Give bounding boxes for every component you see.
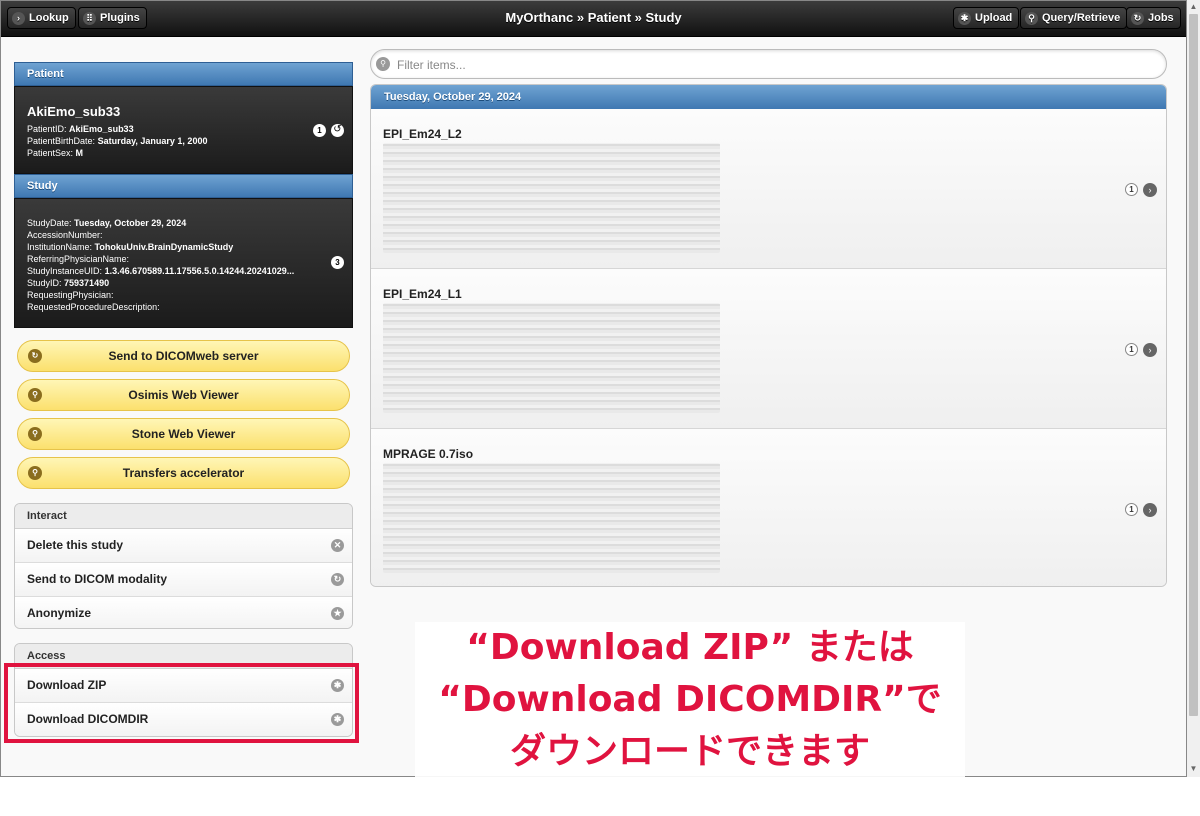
blurred-series-details [383, 303, 720, 413]
accession-number-row: AccessionNumber: [27, 230, 103, 240]
chevron-right-icon[interactable]: › [1143, 183, 1157, 197]
instance-count-badge: 1 [1125, 503, 1138, 516]
patient-birthdate-row: PatientBirthDate: Saturday, January 1, 2… [27, 136, 208, 146]
search-icon: ⚲ [28, 388, 42, 402]
scroll-down-arrow-icon[interactable]: ▼ [1187, 762, 1200, 775]
gear-icon: ✱ [958, 11, 971, 25]
search-icon: ⚲ [28, 427, 42, 441]
refresh-icon: ↻ [1131, 11, 1144, 25]
query-retrieve-label: Query/Retrieve [1042, 12, 1121, 24]
forward-icon: ↻ [331, 573, 344, 586]
list-item[interactable]: EPI_Em24_L1 1 › [371, 269, 1166, 429]
anonymize-label: Anonymize [27, 606, 92, 620]
transfers-accelerator-button[interactable]: ⚲ Transfers accelerator [17, 457, 350, 489]
send-to-dicomweb-button[interactable]: ↻ Send to DICOMweb server [17, 340, 350, 372]
star-icon: ★ [331, 607, 344, 620]
interact-group: Interact Delete this study ✕ Send to DIC… [14, 503, 353, 629]
chevron-right-icon[interactable]: › [1143, 503, 1157, 517]
series-list: Tuesday, October 29, 2024 EPI_Em24_L2 1 … [370, 84, 1167, 587]
instance-count-badge: 1 [1125, 183, 1138, 196]
filter-input[interactable] [395, 55, 1139, 75]
date-header: Tuesday, October 29, 2024 [371, 85, 1166, 109]
study-instance-uid-row: StudyInstanceUID: 1.3.46.670589.11.17556… [27, 266, 295, 276]
osimis-web-viewer-button[interactable]: ⚲ Osimis Web Viewer [17, 379, 350, 411]
requested-procedure-row: RequestedProcedureDescription: [27, 302, 160, 312]
transfers-accelerator-label: Transfers accelerator [122, 466, 245, 480]
filter-box: ⚲ [370, 49, 1167, 79]
study-series-count: 3 [331, 256, 344, 269]
top-navbar: › Lookup ⠿ Plugins MyOrthanc » Patient »… [1, 1, 1186, 37]
list-item[interactable]: EPI_Em24_L2 1 › [371, 109, 1166, 269]
patient-panel-header: Patient [14, 62, 353, 86]
search-icon: ⚲ [28, 466, 42, 480]
interact-header: Interact [15, 504, 352, 529]
study-panel[interactable]: StudyDate: Tuesday, October 29, 2024 Acc… [14, 198, 353, 328]
upload-button[interactable]: ✱ Upload [953, 7, 1020, 29]
search-icon: ⚲ [1025, 11, 1038, 25]
blurred-series-details [383, 143, 720, 253]
upload-label: Upload [975, 12, 1013, 24]
callout-line: “Download DICOMDIR”で [438, 679, 942, 720]
delete-study-label: Delete this study [27, 538, 124, 552]
refresh-icon: ↻ [28, 349, 42, 363]
callout-line: ダウンロードできます [509, 731, 870, 772]
patient-panel[interactable]: AkiEmo_sub33 PatientID: AkiEmo_sub33 Pat… [14, 86, 353, 174]
stone-web-viewer-label: Stone Web Viewer [131, 427, 236, 441]
send-to-modality-item[interactable]: Send to DICOM modality ↻ [15, 563, 352, 597]
referring-physician-row: ReferringPhysicianName: [27, 254, 130, 264]
patient-id-row: PatientID: AkiEmo_sub33 [27, 124, 134, 134]
send-to-dicomweb-label: Send to DICOMweb server [108, 349, 259, 363]
series-name: MPRAGE 0.7iso [383, 447, 474, 461]
undo-icon[interactable]: ↺ [331, 124, 344, 137]
query-retrieve-button[interactable]: ⚲ Query/Retrieve [1020, 7, 1128, 29]
anonymize-item[interactable]: Anonymize ★ [15, 597, 352, 628]
callout-line: “Download ZIP” または [466, 627, 914, 668]
list-item[interactable]: MPRAGE 0.7iso 1 › [371, 429, 1166, 586]
study-panel-header: Study [14, 174, 353, 198]
patient-sex-row: PatientSex: M [27, 148, 84, 158]
institution-name-row: InstitutionName: TohokuUniv.BrainDynamic… [27, 242, 234, 252]
send-to-modality-label: Send to DICOM modality [27, 572, 168, 586]
series-name: EPI_Em24_L1 [383, 287, 462, 301]
scroll-up-arrow-icon[interactable]: ▲ [1187, 0, 1200, 13]
chevron-right-icon[interactable]: › [1143, 343, 1157, 357]
requesting-physician-row: RequestingPhysician: [27, 290, 114, 300]
search-icon: ⚲ [376, 57, 390, 71]
jobs-button[interactable]: ↻ Jobs [1126, 7, 1181, 29]
stone-web-viewer-button[interactable]: ⚲ Stone Web Viewer [17, 418, 350, 450]
delete-study-item[interactable]: Delete this study ✕ [15, 529, 352, 563]
delete-icon: ✕ [331, 539, 344, 552]
series-name: EPI_Em24_L2 [383, 127, 462, 141]
osimis-web-viewer-label: Osimis Web Viewer [128, 388, 239, 402]
blurred-series-details [383, 463, 720, 573]
study-date-row: StudyDate: Tuesday, October 29, 2024 [27, 218, 187, 228]
patient-study-count: 1 [313, 124, 326, 137]
study-id-row: StudyID: 759371490 [27, 278, 110, 288]
jobs-label: Jobs [1148, 12, 1174, 24]
highlight-box [4, 663, 359, 743]
annotation-callout: “Download ZIP” または “Download DICOMDIR”で … [415, 622, 965, 782]
scrollbar-thumb[interactable] [1189, 14, 1198, 716]
patient-name: AkiEmo_sub33 [27, 104, 121, 119]
instance-count-badge: 1 [1125, 343, 1138, 356]
